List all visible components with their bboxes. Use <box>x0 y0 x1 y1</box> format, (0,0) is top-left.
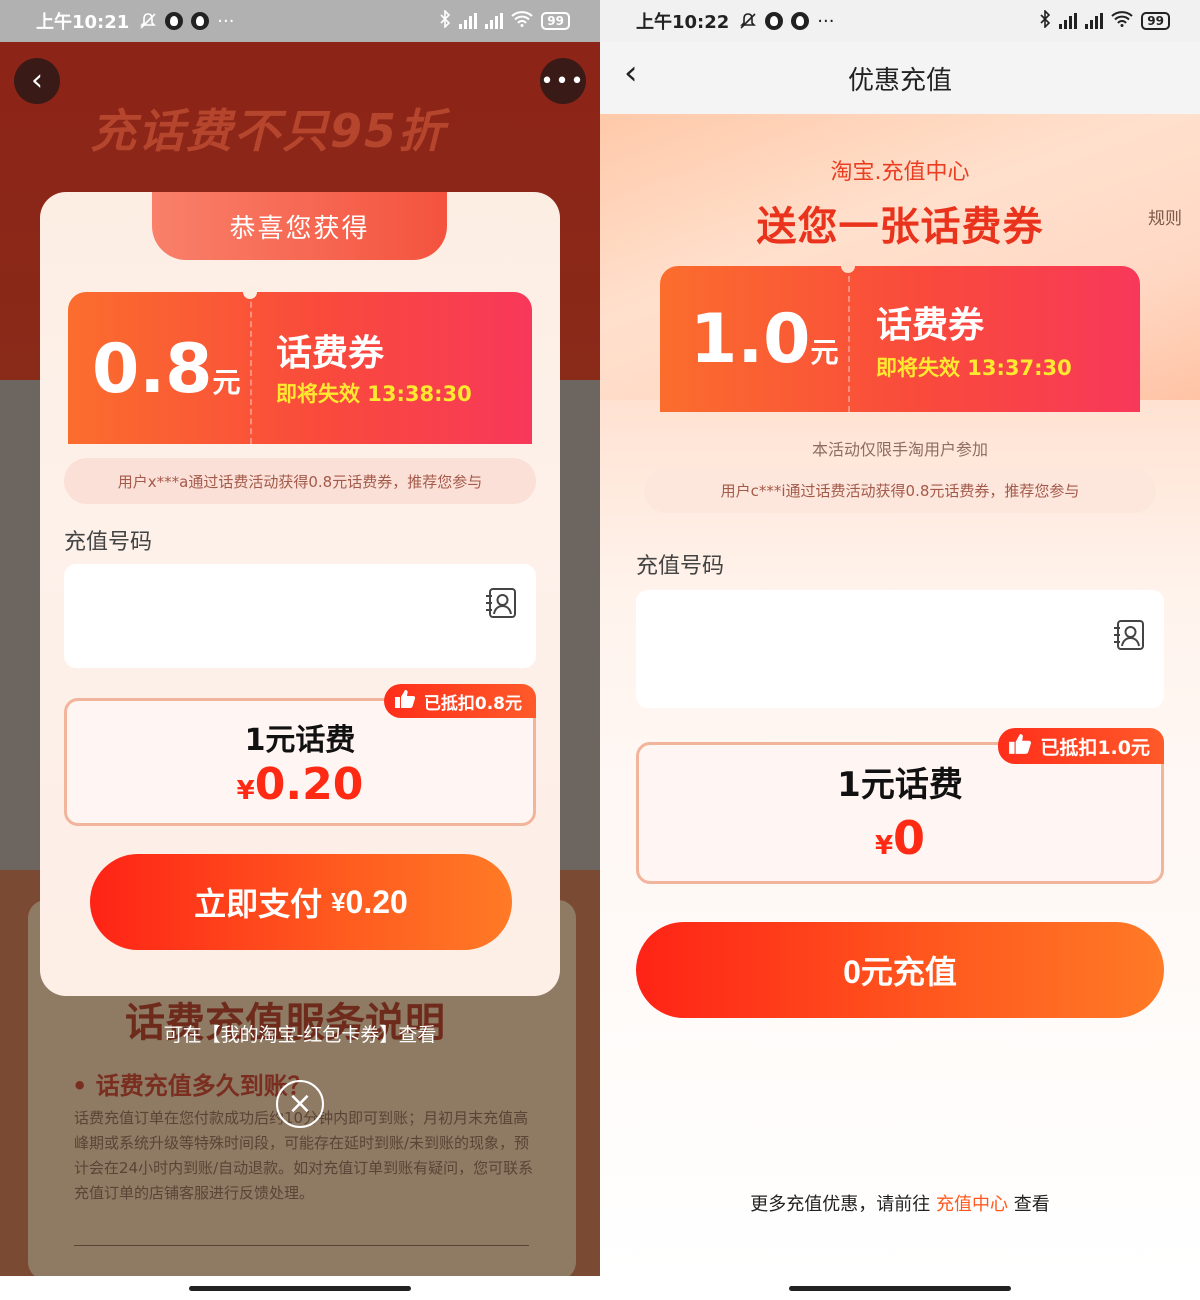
coupon-divider <box>848 266 850 412</box>
discount-tag: 已抵扣0.8元 <box>383 684 536 718</box>
phone-input[interactable] <box>64 564 536 668</box>
wifi-icon <box>511 11 533 31</box>
back-button[interactable]: ‹ <box>624 56 638 90</box>
home-indicator[interactable] <box>189 1286 411 1291</box>
right-screen: 上午10:22 ··· 99 ‹ 优惠充值 淘宝.充值中心 送您一张话费券 规则… <box>600 0 1200 1300</box>
coupon-unit: 元 <box>810 336 839 369</box>
signal-icon <box>1059 13 1078 29</box>
coupon-type: 话费券 <box>276 333 385 374</box>
pay-amount: 0.20 <box>345 883 408 920</box>
product-option[interactable]: 已抵扣1.0元 1元话费 ¥0 <box>636 728 1164 884</box>
discount-label: 已抵扣0.8元 <box>423 693 522 714</box>
activity-notice: 用户x***a通过话费活动获得0.8元话费券，推荐您参与 <box>64 458 536 504</box>
back-button[interactable]: ‹ <box>14 58 60 104</box>
bluetooth-icon <box>439 9 451 32</box>
recharge-button[interactable]: 0元充值 <box>636 922 1164 1018</box>
more-offers-prefix: 更多充值优惠，请前往 <box>750 1194 931 1215</box>
battery-indicator: 99 <box>1141 12 1170 30</box>
coupon-amount: 1.0 <box>690 300 811 379</box>
coupon-divider <box>250 292 252 444</box>
home-indicator[interactable] <box>789 1286 1011 1291</box>
mute-icon <box>139 12 157 30</box>
product-name: 1元话费 <box>837 765 963 805</box>
more-offers-suffix: 查看 <box>1013 1194 1050 1215</box>
pay-label: 立即支付 <box>194 886 323 922</box>
more-notifications-icon: ··· <box>817 10 835 32</box>
product-price: 0 <box>893 811 926 865</box>
thumbs-up-icon <box>1008 733 1032 760</box>
background-question: • 话费充值多久到账？ <box>72 1072 312 1100</box>
coupon-location-note: 可在【我的淘宝-红包卡券】查看 <box>163 1024 437 1046</box>
contacts-icon[interactable] <box>1112 618 1146 656</box>
coupon-modal: 恭喜您获得 0.8元 话费券 即将失效 13:38:30 用户x***a通过话费… <box>40 192 560 996</box>
status-time: 上午10:22 <box>636 12 730 33</box>
product-name: 1元话费 <box>244 723 356 758</box>
status-bar: 上午10:21 ··· 99 <box>0 0 600 42</box>
bluetooth-icon <box>1039 9 1051 32</box>
coupon-amount: 0.8 <box>92 330 213 409</box>
coupon-notch <box>243 285 257 299</box>
wifi-icon <box>1111 11 1133 31</box>
price-symbol: ¥ <box>874 831 894 861</box>
pay-now-button[interactable]: 立即支付 ¥0.20 <box>90 854 512 950</box>
qq-icon <box>165 12 184 30</box>
signal-icon <box>459 13 478 29</box>
nav-bar: ‹ 优惠充值 <box>600 42 1200 114</box>
coupon-expire: 即将失效 13:37:30 <box>876 356 1072 380</box>
coupon-expire: 即将失效 13:38:30 <box>276 382 472 406</box>
thumbs-up-icon <box>394 689 416 714</box>
left-screen: 上午10:21 ··· 99 充话费不只95折 ‹ ••• 话费充值服务说明 •… <box>0 0 600 1300</box>
modal-title: 恭喜您获得 <box>152 192 447 260</box>
more-button[interactable]: ••• <box>540 58 586 104</box>
hero-subtitle: 淘宝.充值中心 <box>830 160 970 185</box>
hero-title: 送您一张话费券 <box>756 204 1044 250</box>
signal-icon <box>485 13 504 29</box>
coupon-type: 话费券 <box>876 305 985 346</box>
more-offers-note: 更多充值优惠，请前往 充值中心 查看 <box>600 1190 1200 1216</box>
qq-icon <box>191 12 210 30</box>
price-symbol: ¥ <box>236 776 255 806</box>
background-headline: 充话费不只95折 <box>90 104 447 158</box>
more-notifications-icon: ··· <box>217 10 235 32</box>
activity-notice: 用户c***i通过话费活动获得0.8元话费券，推荐您参与 <box>644 467 1156 513</box>
phone-input[interactable] <box>636 590 1164 708</box>
signal-icon <box>1085 13 1104 29</box>
contacts-icon[interactable] <box>484 586 518 624</box>
status-bar: 上午10:22 ··· 99 <box>600 0 1200 42</box>
pay-symbol: ¥ <box>331 886 346 917</box>
discount-label: 已抵扣1.0元 <box>1040 736 1150 759</box>
qq-icon <box>765 12 784 30</box>
close-icon[interactable]: × <box>276 1080 324 1128</box>
coupon-notch <box>841 259 855 273</box>
page-title: 优惠充值 <box>847 65 952 96</box>
product-option[interactable]: 已抵扣0.8元 1元话费 ¥0.20 <box>64 684 536 826</box>
qq-icon <box>791 12 810 30</box>
battery-indicator: 99 <box>541 12 570 30</box>
coupon-unit: 元 <box>212 366 241 399</box>
product-price: 0.20 <box>254 759 364 810</box>
rules-link[interactable]: 规则 <box>1148 204 1182 229</box>
status-time: 上午10:21 <box>36 12 130 33</box>
coupon-card: 1.0元 话费券 即将失效 13:37:30 <box>660 259 1140 412</box>
divider <box>74 1245 529 1246</box>
activity-limit-note: 本活动仅限手淘用户参加 <box>811 440 988 459</box>
recharge-center-link[interactable]: 充值中心 <box>936 1194 1008 1215</box>
coupon-card: 0.8元 话费券 即将失效 13:38:30 <box>68 285 532 444</box>
phone-label: 充值号码 <box>64 530 153 555</box>
mute-icon <box>739 12 757 30</box>
phone-label: 充值号码 <box>636 554 725 579</box>
